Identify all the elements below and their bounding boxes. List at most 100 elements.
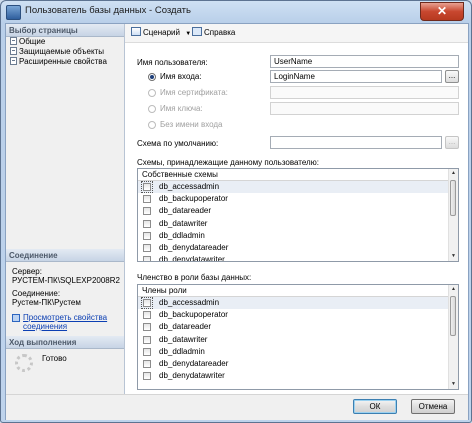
- schema-row[interactable]: db_denydatareader: [138, 242, 458, 254]
- role-row[interactable]: db_accessadmin: [138, 297, 458, 310]
- role-name: db_denydatawriter: [159, 371, 225, 381]
- roles-scrollbar[interactable]: ▲ ▼: [448, 285, 458, 389]
- progress-status: Готово: [42, 354, 67, 363]
- login-name-radio[interactable]: [148, 73, 156, 81]
- key-name-label: Имя ключа:: [160, 104, 203, 113]
- role-name: db_datawriter: [159, 334, 208, 344]
- role-name: db_datareader: [159, 322, 212, 332]
- schema-checkbox[interactable]: [143, 195, 151, 204]
- scroll-up-icon[interactable]: ▲: [449, 285, 458, 294]
- cert-name-input[interactable]: [270, 86, 459, 99]
- owned-schemas-list[interactable]: Собственные схемы db_accessadmin db_back…: [137, 168, 459, 262]
- schema-row[interactable]: db_ddladmin: [138, 230, 458, 242]
- page-extended-properties[interactable]: Расширенные свойства: [10, 57, 107, 67]
- page-icon: [10, 37, 17, 45]
- owned-schemas-scrollbar[interactable]: ▲ ▼: [448, 169, 458, 261]
- role-name: db_ddladmin: [159, 346, 205, 356]
- properties-icon: [12, 314, 20, 322]
- view-connection-properties-link-cont[interactable]: соединения: [23, 322, 67, 332]
- app-icon: [6, 5, 21, 20]
- default-schema-label: Схема по умолчанию:: [137, 139, 219, 148]
- schema-name: db_denydatawriter: [159, 255, 225, 262]
- role-checkbox[interactable]: [143, 323, 151, 332]
- page-extended-properties-label: Расширенные свойства: [19, 57, 107, 66]
- schema-name: db_datareader: [159, 206, 212, 216]
- key-name-input[interactable]: [270, 102, 459, 115]
- schema-checkbox[interactable]: [143, 207, 151, 216]
- page-icon: [10, 57, 17, 65]
- role-row[interactable]: db_ddladmin: [138, 346, 458, 358]
- roles-header: Члены роли: [138, 285, 458, 297]
- cert-name-radio[interactable]: [148, 89, 156, 97]
- schema-checkbox[interactable]: [143, 243, 151, 252]
- default-schema-input[interactable]: [270, 136, 442, 149]
- role-name: db_denydatareader: [159, 358, 229, 368]
- left-panel: Выбор страницы Общие Защищаемые объекты …: [6, 24, 125, 394]
- user-name-input[interactable]: UserName: [270, 55, 459, 68]
- help-icon: [192, 27, 202, 36]
- role-row[interactable]: db_denydatawriter: [138, 370, 458, 382]
- schema-row[interactable]: db_accessadmin: [138, 181, 458, 194]
- role-checkbox[interactable]: [143, 359, 151, 368]
- user-name-label: Имя пользователя:: [137, 58, 208, 67]
- no-login-label: Без имени входа: [160, 120, 223, 129]
- login-browse-button[interactable]: ...: [445, 70, 459, 83]
- scroll-thumb[interactable]: [450, 296, 456, 336]
- server-value: РУСТЕМ-ПК\SQLEXP2008R2: [12, 276, 120, 285]
- title-bar[interactable]: Пользователь базы данных - Создать ✕: [1, 1, 471, 23]
- script-button[interactable]: Сценарий ▼: [131, 27, 191, 39]
- schema-row[interactable]: db_denydatawriter: [138, 254, 458, 262]
- schema-row[interactable]: db_datawriter: [138, 218, 458, 230]
- dialog-window: Пользователь базы данных - Создать ✕ Выб…: [0, 0, 472, 423]
- key-name-radio[interactable]: [148, 105, 156, 113]
- role-name: db_backupoperator: [159, 310, 228, 320]
- ok-button[interactable]: ОК: [353, 399, 397, 414]
- role-checkbox[interactable]: [143, 372, 151, 381]
- role-name: db_accessadmin: [159, 298, 220, 307]
- schema-checkbox[interactable]: [143, 219, 151, 228]
- role-checkbox[interactable]: [143, 347, 151, 356]
- page-icon: [10, 47, 17, 55]
- window-title: Пользователь базы данных - Создать: [25, 5, 191, 16]
- schema-name: db_backupoperator: [159, 194, 228, 204]
- dialog-client: Выбор страницы Общие Защищаемые объекты …: [5, 23, 469, 420]
- page-general[interactable]: Общие: [10, 37, 45, 47]
- role-row[interactable]: db_denydatareader: [138, 358, 458, 370]
- owned-schemas-label: Схемы, принадлежащие данному пользовател…: [137, 158, 319, 167]
- role-checkbox[interactable]: [141, 297, 153, 309]
- script-icon: [131, 27, 141, 36]
- owned-schemas-header: Собственные схемы: [138, 169, 458, 181]
- schema-name: db_datawriter: [159, 218, 208, 228]
- progress-spinner-icon: [15, 354, 33, 372]
- role-membership-list[interactable]: Члены роли db_accessadmin db_backupopera…: [137, 284, 459, 390]
- role-row[interactable]: db_datareader: [138, 321, 458, 333]
- progress-header: Ход выполнения: [6, 336, 124, 349]
- role-checkbox[interactable]: [143, 311, 151, 320]
- page-general-label: Общие: [19, 37, 46, 46]
- scroll-down-icon[interactable]: ▼: [449, 252, 458, 261]
- role-row[interactable]: db_datawriter: [138, 334, 458, 346]
- scroll-up-icon[interactable]: ▲: [449, 169, 458, 178]
- schema-checkbox[interactable]: [143, 231, 151, 240]
- schema-checkbox[interactable]: [141, 181, 153, 193]
- dialog-footer: ОК Отмена: [6, 394, 468, 420]
- schema-checkbox[interactable]: [143, 256, 151, 261]
- page-securables[interactable]: Защищаемые объекты: [10, 47, 104, 57]
- schema-row[interactable]: db_datareader: [138, 205, 458, 217]
- script-dropdown-icon[interactable]: ▼: [185, 31, 191, 37]
- close-button[interactable]: ✕: [420, 2, 464, 21]
- schema-row[interactable]: db_backupoperator: [138, 193, 458, 205]
- login-name-label: Имя входа:: [160, 72, 202, 81]
- default-schema-browse-button[interactable]: ...: [445, 136, 459, 149]
- role-row[interactable]: db_backupoperator: [138, 309, 458, 321]
- page-securables-label: Защищаемые объекты: [19, 47, 104, 56]
- main-panel: Сценарий ▼ Справка Имя пользователя: Use…: [125, 24, 468, 394]
- scroll-thumb[interactable]: [450, 180, 456, 216]
- toolbar: Сценарий ▼ Справка: [125, 24, 468, 43]
- no-login-radio[interactable]: [148, 121, 156, 129]
- scroll-down-icon[interactable]: ▼: [449, 380, 458, 389]
- help-button[interactable]: Справка: [192, 27, 235, 39]
- login-name-input[interactable]: LoginName: [270, 70, 442, 83]
- cancel-button[interactable]: Отмена: [411, 399, 455, 414]
- role-checkbox[interactable]: [143, 335, 151, 344]
